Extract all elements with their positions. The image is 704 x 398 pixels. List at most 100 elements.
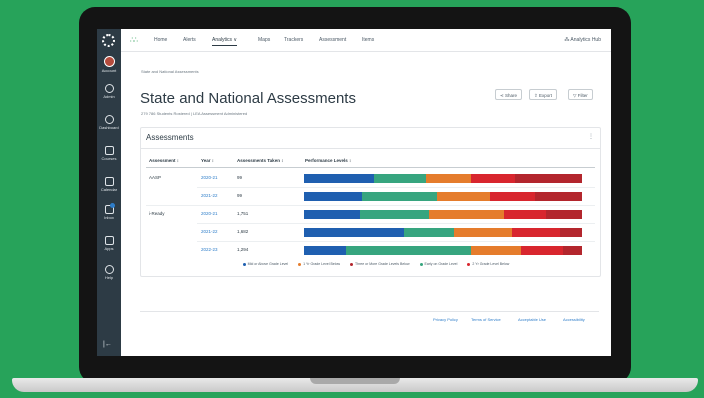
share-button[interactable]: ⋖ Share (495, 89, 523, 100)
nav-inbox[interactable]: Inbox (97, 203, 121, 220)
col-assessments-taken[interactable]: Assessments Taken ↕ (237, 158, 283, 163)
share-label: Share (505, 93, 518, 98)
bar-segment[interactable] (345, 246, 471, 255)
bar-segment[interactable] (454, 228, 513, 237)
page-subtitle: 279 786 Students Rostered | LEA Assessme… (141, 111, 248, 116)
performance-bar[interactable] (304, 246, 582, 255)
performance-bar[interactable] (304, 228, 582, 237)
bar-segment[interactable] (512, 228, 560, 237)
legend-label: 2 Yr Grade Level Below (472, 262, 510, 266)
more-options-icon[interactable]: ⋮ (588, 133, 594, 140)
assessments-card: Assessments ⋮ Assessment ↕ Year ↕ Assess… (140, 127, 601, 277)
legend-label: 1 Yr Grade Level Below (303, 262, 341, 266)
bar-segment[interactable] (470, 174, 516, 183)
topnav-alerts[interactable]: Alerts (183, 37, 196, 43)
terms-of-service-link[interactable]: Terms of Service (471, 317, 501, 322)
card-title: Assessments (146, 133, 194, 142)
nav-courses-label: Courses (101, 156, 117, 161)
bar-segment[interactable] (515, 174, 582, 183)
dashboard-icon (104, 115, 114, 124)
collapse-nav-icon[interactable]: |← (103, 341, 112, 348)
bar-segment[interactable] (559, 228, 582, 237)
bar-segment[interactable] (490, 192, 535, 201)
brand-logo-icon[interactable] (102, 34, 115, 47)
legend-item[interactable]: Three or More Grade Levels Below (350, 262, 410, 266)
export-button[interactable]: ⇪ Export (529, 89, 558, 100)
topnav-analytics[interactable]: Analytics ∨ (212, 37, 238, 46)
bar-segment[interactable] (304, 210, 360, 219)
nav-apps[interactable]: Apps (97, 236, 121, 251)
nav-calendar-label: Calendar (100, 187, 118, 192)
header-divider (146, 167, 595, 168)
cell-taken: 99 (237, 175, 243, 180)
topnav-trackers[interactable]: Trackers (284, 37, 303, 43)
filter-label: Filter (577, 93, 588, 98)
bar-segment[interactable] (304, 174, 374, 183)
nav-admin[interactable]: Admin (97, 84, 121, 99)
nav-apps-label: Apps (104, 246, 114, 251)
help-icon (104, 265, 114, 274)
privacy-policy-link[interactable]: Privacy Policy (433, 317, 458, 322)
bar-segment[interactable] (520, 246, 563, 255)
nav-help[interactable]: Help (97, 265, 121, 280)
legend-swatch (419, 262, 423, 266)
cell-year-link[interactable]: 2021-22 (201, 193, 218, 198)
bar-segment[interactable] (545, 210, 582, 219)
bar-segment[interactable] (359, 210, 430, 219)
topnav-home[interactable]: Home (154, 37, 167, 43)
topnav-items[interactable]: Items (362, 37, 374, 43)
performance-bar[interactable] (304, 174, 582, 183)
cell-taken: 1,294 (237, 247, 249, 252)
legend-swatch (350, 262, 354, 266)
legend-label: Early on Grade Level (424, 262, 458, 266)
legend-item[interactable]: Mid or Above Grade Level (242, 262, 289, 266)
legend-item[interactable]: 1 Yr Grade Level Below (298, 262, 340, 266)
bar-segment[interactable] (504, 210, 546, 219)
bar-segment[interactable] (362, 192, 438, 201)
legend-swatch (242, 262, 246, 266)
bar-segment[interactable] (437, 192, 491, 201)
global-nav: Account Admin Dashboard Courses Calendar… (97, 29, 121, 356)
bar-segment[interactable] (304, 228, 405, 237)
nav-calendar[interactable]: Calendar (97, 177, 121, 192)
bar-segment[interactable] (304, 192, 363, 201)
nav-account[interactable]: Account (97, 56, 121, 73)
analytics-hub-link[interactable]: ⁂ Analytics Hub (564, 37, 601, 43)
bar-segment[interactable] (534, 192, 582, 201)
topnav-assessment[interactable]: Assessment (319, 37, 346, 43)
cell-year-link[interactable]: 2020-21 (201, 211, 218, 216)
export-label: Export (539, 93, 553, 98)
col-year[interactable]: Year ↕ (201, 158, 214, 163)
cell-year-link[interactable]: 2020-21 (201, 175, 218, 180)
acceptable-use-link[interactable]: Acceptable Use (518, 317, 546, 322)
col-performance-levels[interactable]: Performance Levels ↕ (305, 158, 351, 163)
cell-year-link[interactable]: 2022-23 (201, 247, 218, 252)
breadcrumb[interactable]: State and National Assessments (141, 69, 199, 74)
topnav-maps[interactable]: Maps (258, 37, 270, 43)
filter-button[interactable]: ▽ Filter (568, 89, 593, 100)
accessibility-link[interactable]: Accessibility (563, 317, 585, 322)
bar-segment[interactable] (426, 174, 471, 183)
performance-bar[interactable] (304, 192, 582, 201)
legend-item[interactable]: 2 Yr Grade Level Below (467, 262, 509, 266)
legend-label: Mid or Above Grade Level (247, 262, 289, 266)
nav-account-label: Account (101, 68, 117, 73)
row-divider (197, 241, 595, 242)
bar-segment[interactable] (429, 210, 505, 219)
chart-legend: Mid or Above Grade Level 1 Yr Grade Leve… (211, 262, 541, 266)
performance-bar[interactable] (304, 210, 582, 219)
nav-courses[interactable]: Courses (97, 146, 121, 161)
bar-segment[interactable] (562, 246, 582, 255)
app-logo-icon[interactable]: ∴∴ (130, 36, 138, 44)
legend-item[interactable]: Early on Grade Level (419, 262, 458, 266)
calendar-icon (104, 177, 114, 186)
laptop-notch (310, 378, 400, 384)
cell-year-link[interactable]: 2021-22 (201, 229, 218, 234)
nav-dashboard-label: Dashboard (99, 125, 119, 130)
bar-segment[interactable] (470, 246, 521, 255)
nav-dashboard[interactable]: Dashboard (97, 115, 121, 130)
bar-segment[interactable] (304, 246, 346, 255)
bar-segment[interactable] (373, 174, 427, 183)
bar-segment[interactable] (404, 228, 455, 237)
col-assessment[interactable]: Assessment ↕ (149, 158, 179, 163)
